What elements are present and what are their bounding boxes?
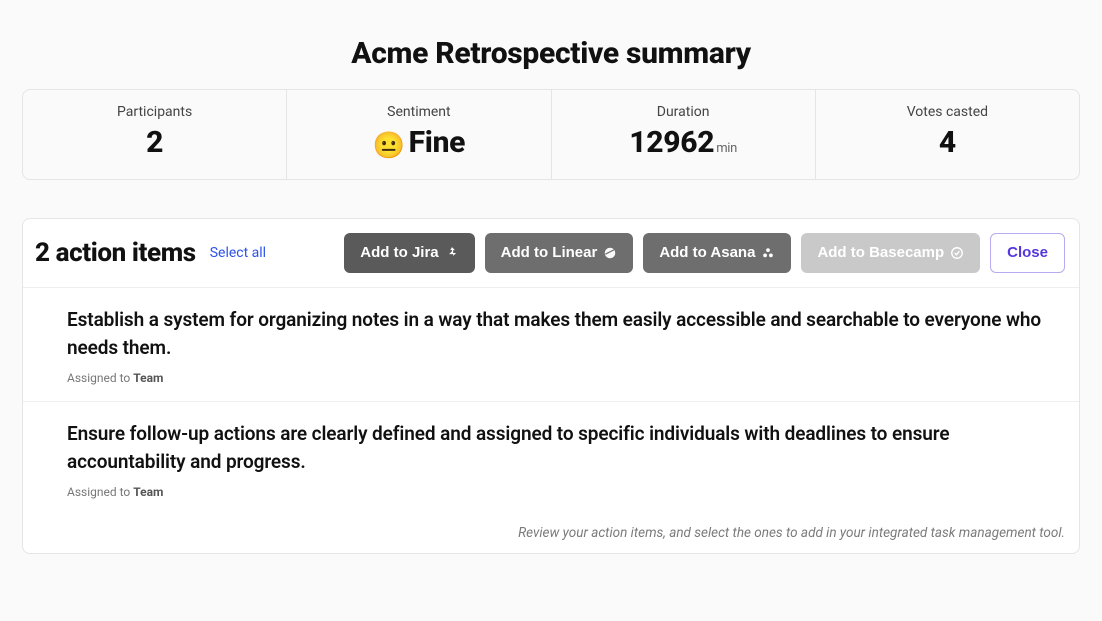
add-to-linear-button[interactable]: Add to Linear xyxy=(485,233,634,273)
stat-value: 😐Fine xyxy=(297,126,540,161)
button-label: Add to Jira xyxy=(360,244,438,261)
action-items-heading: 2 action items xyxy=(35,238,196,268)
duration-number: 12962 xyxy=(629,125,714,160)
action-item-text: Ensure follow-up actions are clearly def… xyxy=(67,420,1061,477)
linear-icon xyxy=(603,246,617,260)
sentiment-emoji-icon: 😐 xyxy=(373,131,405,161)
jira-icon xyxy=(445,246,459,260)
close-button[interactable]: Close xyxy=(990,233,1065,273)
action-header: 2 action items Select all Add to Jira Ad… xyxy=(23,219,1079,287)
stat-duration: Duration 12962min xyxy=(552,90,816,179)
action-item-text: Establish a system for organizing notes … xyxy=(67,306,1061,363)
assignee-name: Team xyxy=(133,485,163,499)
button-label: Add to Basecamp xyxy=(817,244,944,261)
button-label: Add to Linear xyxy=(501,244,598,261)
action-item[interactable]: Establish a system for organizing notes … xyxy=(23,288,1079,402)
sentiment-text: Fine xyxy=(409,125,466,160)
stat-value: 12962min xyxy=(562,126,805,159)
stat-label: Votes casted xyxy=(826,104,1069,120)
stat-label: Duration xyxy=(562,104,805,120)
stat-votes: Votes casted 4 xyxy=(816,90,1079,179)
action-item-assignee: Assigned to Team xyxy=(67,485,1061,499)
action-item-assignee: Assigned to Team xyxy=(67,371,1061,385)
add-to-basecamp-button[interactable]: Add to Basecamp xyxy=(801,233,980,273)
stat-value: 4 xyxy=(826,126,1069,159)
footer-note: Review your action items, and select the… xyxy=(23,515,1079,553)
action-items-list: Establish a system for organizing notes … xyxy=(23,287,1079,515)
assigned-prefix: Assigned to xyxy=(67,485,133,499)
duration-unit: min xyxy=(716,141,737,156)
stat-participants: Participants 2 xyxy=(23,90,287,179)
basecamp-icon xyxy=(950,246,964,260)
action-items-card: 2 action items Select all Add to Jira Ad… xyxy=(22,218,1080,554)
add-to-asana-button[interactable]: Add to Asana xyxy=(643,233,791,273)
action-item[interactable]: Ensure follow-up actions are clearly def… xyxy=(23,402,1079,515)
add-to-jira-button[interactable]: Add to Jira xyxy=(344,233,474,273)
stats-row: Participants 2 Sentiment 😐Fine Duration … xyxy=(22,89,1080,180)
stat-sentiment: Sentiment 😐Fine xyxy=(287,90,551,179)
stat-label: Sentiment xyxy=(297,104,540,120)
assigned-prefix: Assigned to xyxy=(67,371,133,385)
assignee-name: Team xyxy=(133,371,163,385)
stat-label: Participants xyxy=(33,104,276,120)
button-label: Add to Asana xyxy=(659,244,755,261)
select-all-link[interactable]: Select all xyxy=(210,245,266,261)
page-title: Acme Retrospective summary xyxy=(22,36,1080,71)
stat-value: 2 xyxy=(33,126,276,159)
asana-icon xyxy=(761,246,775,260)
